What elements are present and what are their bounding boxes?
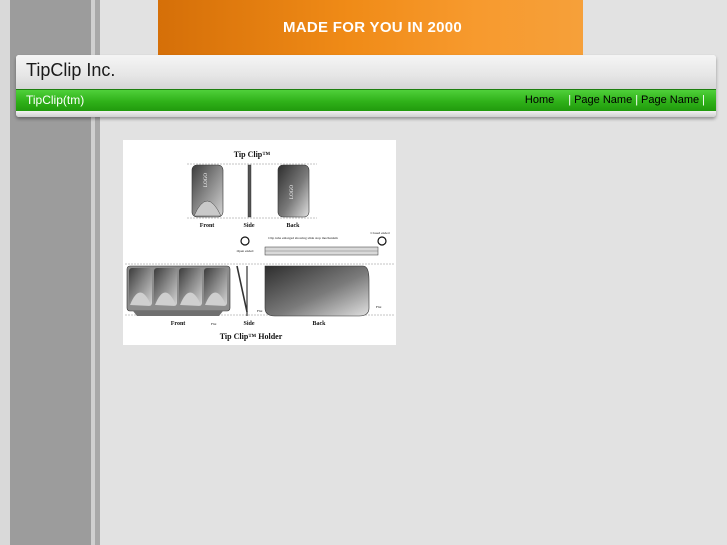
- callout-closed-ended: Closed ended: [371, 231, 390, 235]
- top-banner: MADE FOR YOU IN 2000: [158, 0, 583, 56]
- tipclip-diagram-image: Tip Clip™ LOGO LOGO Front Side Back Open…: [123, 140, 396, 345]
- nav-link-home[interactable]: Home: [525, 94, 554, 106]
- header-panel: TipClip Inc. TipClip(tm) Home | Page Nam…: [16, 55, 716, 117]
- logo-text: LOGO: [290, 185, 295, 199]
- holder-side-view: Flat: [236, 265, 262, 316]
- logo-text: LOGO: [204, 173, 209, 187]
- nav-separator: |: [702, 94, 705, 106]
- page: MADE FOR YOU IN 2000 TipClip Inc. TipCli…: [0, 0, 727, 545]
- title-bar: TipClip Inc.: [16, 55, 716, 89]
- open-end-icon: [240, 236, 250, 246]
- nav-link-page-name-2[interactable]: Page Name: [641, 94, 699, 106]
- callout-flat-front: Flat: [211, 322, 216, 326]
- callout-flat-back: Flat: [376, 305, 381, 309]
- holder-front-view: [126, 265, 231, 316]
- tipclip-diagram: Tip Clip™ LOGO LOGO Front Side Back Open…: [125, 150, 395, 341]
- nav-links: Home | Page Name | Page Name |: [525, 94, 708, 106]
- nav-link-page-name-1[interactable]: Page Name: [574, 94, 632, 106]
- callout-clip-tube: Clip tube enlarged showing slide stop me…: [268, 236, 338, 240]
- label-side-bottom: Side: [243, 321, 254, 327]
- clip-back-view: LOGO: [277, 164, 310, 218]
- nav-separator: |: [568, 94, 572, 106]
- callout-open-ended: Open ended: [237, 249, 254, 253]
- closed-end-icon: [377, 236, 387, 246]
- clip-front-view: LOGO: [191, 164, 224, 218]
- clip-side-view: [247, 164, 252, 218]
- label-front-bottom: Front: [171, 321, 186, 327]
- diagram-title-bottom: Tip Clip™ Holder: [220, 332, 283, 341]
- site-title: TipClip Inc.: [26, 60, 116, 80]
- nav-brand[interactable]: TipClip(tm): [26, 93, 84, 107]
- header-panel-bottom: [16, 111, 716, 117]
- left-stripe-light: [0, 0, 10, 545]
- label-back-top: Back: [286, 223, 300, 229]
- holder-back-view: Flat: [264, 265, 381, 317]
- nav-separator: |: [635, 94, 639, 106]
- label-front-top: Front: [200, 223, 215, 229]
- label-side-top: Side: [243, 223, 254, 229]
- label-back-bottom: Back: [312, 321, 326, 327]
- nav-bar: TipClip(tm) Home | Page Name | Page Name…: [16, 89, 716, 111]
- callout-flat-side: Flat: [257, 309, 262, 313]
- banner-text: MADE FOR YOU IN 2000: [282, 19, 463, 36]
- diagram-title-top: Tip Clip™: [234, 150, 271, 159]
